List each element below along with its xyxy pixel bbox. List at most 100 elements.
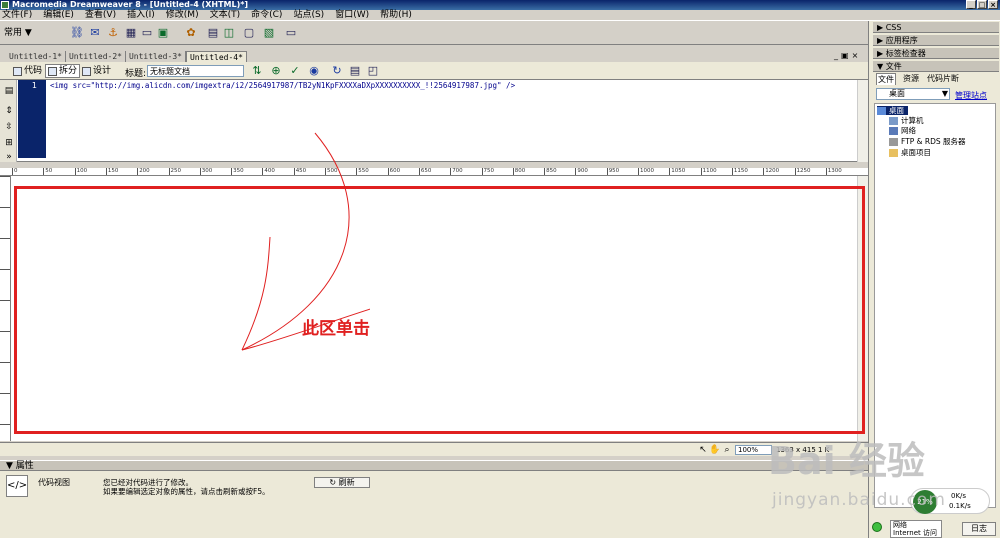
- folder-icon: [889, 149, 898, 157]
- menu-text[interactable]: 文本(T): [210, 10, 241, 20]
- preview-icon[interactable]: ⊕: [269, 64, 283, 78]
- click-area-highlight: [14, 186, 865, 434]
- zoom-tool-icon[interactable]: ⌕: [720, 443, 734, 457]
- select-parent-icon[interactable]: ⊞: [2, 136, 16, 150]
- coding-toolbar: ▤ ⇕ ⇳ ⊞ »: [0, 80, 17, 162]
- menu-window[interactable]: 窗口(W): [335, 10, 369, 20]
- code-scrollbar[interactable]: [857, 80, 868, 162]
- insert-bar: 常用 ▼ ⛓ ✉ ⚓ ▦ ▭ ▣ ✿ ▤ ◫ ▢ ▧ ▭: [0, 21, 868, 45]
- menu-modify[interactable]: 修改(M): [166, 10, 199, 20]
- code-view-properties-icon: </>: [6, 475, 28, 497]
- title-input[interactable]: [147, 65, 244, 77]
- panel-application[interactable]: ▶ 应用程序: [873, 35, 999, 46]
- file-management-icon[interactable]: ⇅: [250, 64, 264, 78]
- tree-item-desktop-items[interactable]: 桌面项目: [889, 148, 931, 157]
- desktop-icon: [877, 107, 886, 115]
- layer-icon[interactable]: ▭: [140, 26, 154, 40]
- manage-sites-link[interactable]: 管理站点: [955, 90, 987, 101]
- tag-chooser-icon[interactable]: ▭: [284, 26, 298, 40]
- tree-item-network[interactable]: 网络: [889, 126, 916, 135]
- visual-aids-icon[interactable]: ◰: [366, 64, 380, 78]
- tab-untitled-4[interactable]: Untitled-4*: [185, 51, 247, 62]
- doc-restore-icon[interactable]: ▣: [841, 50, 849, 62]
- tab-snippets[interactable]: 代码片断: [926, 73, 960, 85]
- ruler-tick: 1300: [825, 168, 842, 175]
- split-view-button[interactable]: 拆分: [45, 64, 81, 78]
- server-include-icon[interactable]: ◫: [222, 26, 236, 40]
- refresh-icon[interactable]: ↻: [330, 64, 344, 78]
- properties-message-2: 如果要编辑选定对象的属性，请点击刷新或按F5。: [103, 487, 270, 496]
- maximize-button[interactable]: □: [977, 0, 987, 9]
- ruler-tick: 800: [512, 168, 526, 175]
- menu-edit[interactable]: 编辑(E): [43, 10, 74, 20]
- menu-help[interactable]: 帮助(H): [380, 10, 412, 20]
- templates-icon[interactable]: ▧: [262, 26, 276, 40]
- menu-view[interactable]: 查看(V): [85, 10, 116, 20]
- comment-icon[interactable]: ▢: [242, 26, 256, 40]
- window-title: Macromedia Dreamweaver 8 - [Untitled-4 (…: [12, 0, 249, 9]
- tab-untitled-3[interactable]: Untitled-3*: [125, 51, 186, 62]
- panel-tag-inspector[interactable]: ▶ 标签检查器: [873, 48, 999, 59]
- menu-insert[interactable]: 插入(I): [127, 10, 155, 20]
- panel-files[interactable]: ▼ 文件: [873, 61, 999, 72]
- refresh-button[interactable]: ↻ 刷新: [314, 477, 370, 488]
- site-select[interactable]: 桌面 ▼: [876, 88, 950, 100]
- baidu-jingyan-watermark: Bai 经验 jingyan.baidu.com: [768, 439, 945, 510]
- tree-item-desktop[interactable]: 桌面: [877, 106, 908, 115]
- ruler-tick: 0: [12, 168, 18, 175]
- collapse-tag-icon[interactable]: ⇕: [2, 104, 16, 118]
- table-icon[interactable]: ▦: [124, 26, 138, 40]
- minimize-button[interactable]: _: [966, 0, 976, 9]
- panel-css[interactable]: ▶ CSS: [873, 22, 999, 33]
- network-icon: [889, 127, 898, 135]
- code-view-pane[interactable]: ▤ ⇕ ⇳ ⊞ » 1 <img src="http://img.alicdn.…: [0, 80, 868, 162]
- menu-file[interactable]: 文件(F): [2, 10, 32, 20]
- menu-commands[interactable]: 命令(C): [251, 10, 282, 20]
- tab-untitled-1[interactable]: Untitled-1*: [6, 51, 66, 62]
- document-window-controls: _ ▣ ×: [834, 50, 866, 62]
- design-view-button[interactable]: 设计: [80, 64, 113, 78]
- view-options-icon[interactable]: ▤: [348, 64, 362, 78]
- close-button[interactable]: ×: [988, 0, 998, 9]
- browser-check-icon[interactable]: ◉: [307, 64, 321, 78]
- hyperlink-icon[interactable]: ⛓: [70, 26, 84, 40]
- code-view-icon: [13, 66, 22, 76]
- ruler-tick: 850: [544, 168, 557, 175]
- ruler-tick: 750: [481, 168, 494, 175]
- named-anchor-icon[interactable]: ⚓: [106, 26, 120, 40]
- tree-item-ftp[interactable]: FTP & RDS 服务器: [889, 137, 966, 146]
- tab-untitled-2[interactable]: Untitled-2*: [65, 51, 126, 62]
- code-line[interactable]: <img src="http://img.alicdn.com/imgextra…: [50, 81, 515, 91]
- tree-item-computer[interactable]: 计算机: [889, 116, 924, 125]
- ruler-tick: 150: [105, 168, 119, 175]
- ruler-tick: 1150: [731, 168, 748, 175]
- horizontal-ruler: 0 50 100 150 200 250 300 350 400 450 500 550 600 650 7…: [0, 168, 868, 176]
- menu-site[interactable]: 站点(S): [293, 10, 324, 20]
- validate-icon[interactable]: ✓: [288, 64, 302, 78]
- tab-assets[interactable]: 资源: [902, 73, 920, 85]
- tab-files[interactable]: 文件: [876, 73, 896, 85]
- open-documents-icon[interactable]: ▤: [2, 84, 16, 98]
- ruler-tick: 700: [450, 168, 463, 175]
- vertical-ruler-tick: [0, 207, 10, 208]
- line-number-gutter: 1: [18, 80, 46, 158]
- more-tools-icon[interactable]: »: [2, 150, 16, 164]
- date-icon[interactable]: ▤: [206, 26, 220, 40]
- doc-close-icon[interactable]: ×: [852, 50, 859, 62]
- watermark-logo: Bai 经验: [768, 439, 925, 483]
- doc-minimize-icon[interactable]: _: [834, 50, 838, 62]
- ruler-tick: 1250: [794, 168, 811, 175]
- vertical-ruler-tick: [0, 176, 10, 177]
- zoom-select[interactable]: 100%: [735, 445, 772, 455]
- vertical-ruler-tick: [0, 238, 10, 239]
- expand-all-icon[interactable]: ⇳: [2, 120, 16, 134]
- email-link-icon[interactable]: ✉: [88, 26, 102, 40]
- properties-label: 代码视图: [38, 478, 70, 487]
- log-button[interactable]: 日志: [962, 522, 996, 536]
- insert-category-select[interactable]: 常用 ▼: [4, 27, 40, 39]
- code-view-button[interactable]: 代码: [11, 64, 44, 78]
- status-bar: ↖ ✋ ⌕ 100% 1363 x 415 1 K: [0, 442, 868, 456]
- image-icon[interactable]: ▣: [156, 26, 170, 40]
- media-icon[interactable]: ✿: [184, 26, 198, 40]
- properties-header[interactable]: ▼ 属性: [0, 460, 868, 471]
